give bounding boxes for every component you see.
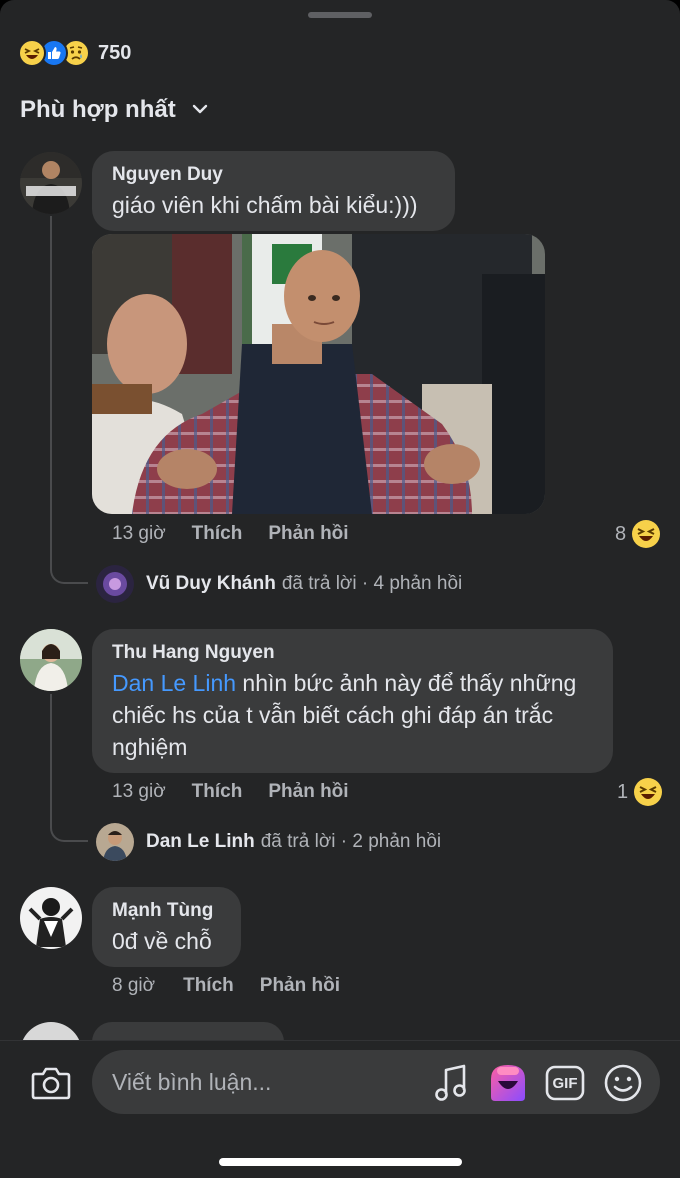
reply-button[interactable]: Phản hồi [268,523,348,545]
avatar[interactable] [20,152,82,214]
reply-author: Dan Le Linh [146,831,255,852]
comment-meta: 8 giờ Thích Phản hồi [112,975,340,997]
sort-dropdown[interactable]: Phù hợp nhất [20,96,208,124]
sort-label: Phù hợp nhất [20,96,176,123]
like-button[interactable]: Thích [192,781,243,803]
reactions-summary[interactable]: 750 [18,38,131,68]
comment-text: 0đ về chỗ [112,928,212,954]
comment-meta: 13 giờ Thích Phản hồi [112,523,349,545]
comment-author[interactable]: Thu Hang Nguyen [112,641,593,665]
home-indicator [219,1158,462,1166]
thread-line [50,216,88,584]
comment-time[interactable]: 8 giờ [112,975,155,997]
comment-time[interactable]: 13 giờ [112,781,166,803]
comment-meta: 13 giờ Thích Phản hồi [112,781,349,803]
gif-label: GIF [552,1074,578,1092]
comment-bubble[interactable]: Thu Hang Nguyen Dan Le Linh nhìn bức ảnh… [92,629,613,773]
avatar-sticker-icon[interactable] [486,1060,530,1106]
view-replies-link[interactable]: Dan Le Linh đã trả lời · 2 phản hồi [96,823,441,861]
comment-text: giáo viên khi chấm bài kiểu:))) [112,192,418,218]
reply-button[interactable]: Phản hồi [268,781,348,803]
reply-summary-text: đã trả lời · 4 phản hồi [281,573,463,594]
comment-reaction-count[interactable]: 8 [615,520,661,548]
reply-button[interactable]: Phản hồi [260,975,340,997]
view-replies-link[interactable]: Vũ Duy Khánh đã trả lời · 4 phản hồi [96,565,462,603]
reaction-number: 1 [617,780,629,803]
reply-author: Vũ Duy Khánh [146,573,276,594]
thread-line [50,694,88,842]
camera-icon[interactable] [28,1062,74,1104]
sheet-grabber[interactable] [308,12,372,18]
gif-button[interactable]: GIF [544,1064,586,1102]
music-icon[interactable] [432,1063,470,1103]
like-button[interactable]: Thích [192,523,243,545]
avatar[interactable] [20,887,82,949]
comment-input-placeholder: Viết bình luận... [112,1068,272,1095]
avatar[interactable] [20,629,82,691]
like-button[interactable]: Thích [183,975,234,997]
comment-author[interactable]: Nguyen Duy [112,163,435,187]
comment-author[interactable]: Mạnh Tùng [112,899,221,923]
reply-summary-text: đã trả lời · 2 phản hồi [260,831,442,852]
avatar [96,823,134,861]
comment-bubble[interactable]: Mạnh Tùng 0đ về chỗ [92,887,241,967]
comment-photo[interactable] [92,234,545,514]
reaction-number: 8 [615,522,627,545]
avatar [96,565,134,603]
comment-bubble[interactable]: Nguyen Duy giáo viên khi chấm bài kiểu:)… [92,151,455,231]
haha-icon [18,39,46,67]
reaction-count: 750 [98,41,132,64]
haha-icon [634,778,663,806]
chevron-down-icon [192,101,208,119]
comment-reaction-count[interactable]: 1 [617,778,663,806]
emoji-icon[interactable] [602,1062,644,1104]
comment-text: Dan Le Linh nhìn bức ảnh này để thấy nhữ… [112,670,577,760]
comments-sheet: 750 Phù hợp nhất Nguyen Duy giáo viên kh… [0,0,680,1178]
haha-icon [632,520,661,548]
mention-link[interactable]: Dan Le Linh [112,670,236,696]
comment-time[interactable]: 13 giờ [112,523,166,545]
